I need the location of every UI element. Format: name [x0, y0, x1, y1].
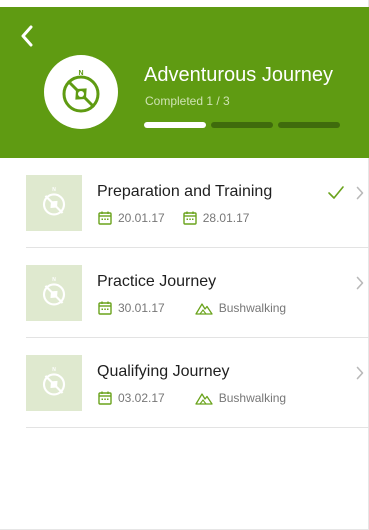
compass-north-label: N: [52, 187, 56, 193]
chevron-right-icon[interactable]: [356, 366, 364, 380]
progress-segment-3: [278, 122, 340, 128]
progress-segment-1: [144, 122, 206, 128]
progress-segment-2: [211, 122, 273, 128]
row-divider: [26, 427, 369, 428]
calendar-icon: [98, 391, 112, 405]
journey-list: N Preparation and Training 20.01.17 28.0…: [0, 158, 369, 428]
compass-badge: N: [44, 55, 118, 129]
compass-icon: N: [42, 367, 66, 396]
mountain-icon: [195, 393, 213, 405]
checkmark-icon: [328, 186, 344, 199]
progress-bar: [144, 122, 340, 128]
calendar-icon: [183, 211, 197, 225]
item-meta: 30.01.17 Bushwalking: [98, 301, 286, 315]
compass-icon: N: [62, 70, 100, 113]
item-start-date: 20.01.17: [118, 211, 165, 225]
calendar-icon: [98, 211, 112, 225]
item-activity: Bushwalking: [218, 301, 287, 315]
item-thumbnail: N: [26, 175, 82, 231]
item-thumbnail: N: [26, 265, 82, 321]
list-item-qualifying[interactable]: N Qualifying Journey 03.02.17 Bushwalkin…: [0, 338, 369, 428]
progress-text: Completed 1 / 3: [145, 94, 230, 108]
item-title: Qualifying Journey: [97, 363, 230, 380]
item-thumbnail: N: [26, 355, 82, 411]
item-title: Practice Journey: [97, 273, 217, 290]
chevron-left-icon: [21, 25, 33, 47]
journey-header: N Adventurous Journey Completed 1 / 3: [0, 7, 369, 158]
item-date: 03.02.17: [118, 391, 165, 405]
page-title: Adventurous Journey: [144, 64, 334, 86]
list-item-practice[interactable]: N Practice Journey 30.01.17 Bushwalking: [0, 248, 369, 338]
item-end-date: 28.01.17: [202, 211, 250, 225]
item-date: 30.01.17: [118, 301, 165, 315]
compass-north-label: N: [52, 277, 56, 283]
compass-icon: N: [42, 187, 66, 216]
chevron-right-icon[interactable]: [356, 186, 364, 200]
item-activity: Bushwalking: [218, 391, 287, 405]
item-meta: 20.01.17 28.01.17: [98, 211, 249, 225]
compass-icon: N: [42, 277, 66, 306]
mountain-icon: [195, 303, 213, 315]
compass-north-label: N: [78, 70, 83, 77]
item-title: Preparation and Training: [97, 183, 273, 200]
calendar-icon: [98, 301, 112, 315]
chevron-right-icon[interactable]: [356, 276, 364, 290]
list-item-preparation[interactable]: N Preparation and Training 20.01.17 28.0…: [0, 158, 369, 248]
item-meta: 03.02.17 Bushwalking: [98, 391, 286, 405]
back-button[interactable]: [14, 21, 40, 51]
compass-north-label: N: [52, 367, 56, 373]
